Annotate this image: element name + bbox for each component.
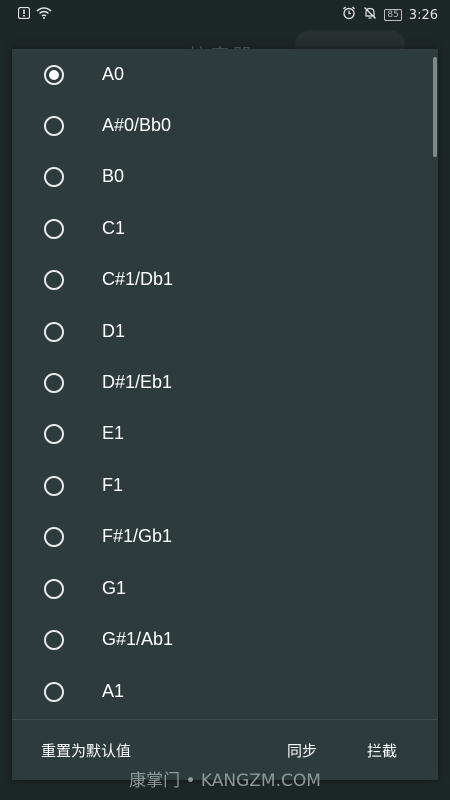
option-label: C#1/Db1 <box>102 269 174 289</box>
battery-icon: 85 <box>384 9 402 21</box>
option-c1[interactable]: C1 <box>12 203 438 254</box>
radio-unselected-icon[interactable] <box>44 372 64 393</box>
sync-button[interactable]: 同步 <box>287 741 317 761</box>
option-label: G1 <box>102 578 127 598</box>
radio-unselected-icon[interactable] <box>44 218 64 239</box>
radio-unselected-icon[interactable] <box>44 578 64 599</box>
radio-unselected-icon[interactable] <box>44 115 64 136</box>
option-f-sharp-1[interactable]: F#1/Gb1 <box>12 511 438 562</box>
alarm-icon <box>342 6 356 24</box>
status-left <box>17 6 52 23</box>
reset-default-button[interactable]: 重置为默认值 <box>41 741 131 761</box>
option-label: A0 <box>102 64 125 84</box>
option-label: E1 <box>102 423 125 443</box>
option-a1[interactable]: A1 <box>12 666 438 717</box>
radio-unselected-icon[interactable] <box>44 475 64 496</box>
option-label: A1 <box>102 681 125 701</box>
option-g-sharp-1[interactable]: G#1/Ab1 <box>12 614 438 665</box>
note-select-dialog: A0 A#0/Bb0 B0 C1 C#1/Db1 D1 D#1/Eb1 E1 F… <box>12 49 438 780</box>
option-label: G#1/Ab1 <box>102 629 174 649</box>
radio-unselected-icon[interactable] <box>44 321 64 342</box>
wifi-icon <box>36 7 52 23</box>
option-label: C1 <box>102 218 126 238</box>
option-list[interactable]: A0 A#0/Bb0 B0 C1 C#1/Db1 D1 D#1/Eb1 E1 F… <box>12 49 438 719</box>
option-g1[interactable]: G1 <box>12 563 438 614</box>
option-d1[interactable]: D1 <box>12 306 438 357</box>
option-b0[interactable]: B0 <box>12 151 438 202</box>
status-right: 85 3:26 <box>342 6 438 24</box>
radio-unselected-icon[interactable] <box>44 423 64 444</box>
divider <box>12 719 438 720</box>
option-d-sharp-1[interactable]: D#1/Eb1 <box>12 357 438 408</box>
radio-unselected-icon[interactable] <box>44 681 64 702</box>
option-a-sharp-0[interactable]: A#0/Bb0 <box>12 100 438 151</box>
status-time: 3:26 <box>408 7 438 23</box>
option-label: B0 <box>102 166 125 186</box>
radio-unselected-icon[interactable] <box>44 526 64 547</box>
option-label: A#0/Bb0 <box>102 115 172 135</box>
option-label: D#1/Eb1 <box>102 372 173 392</box>
option-c-sharp-1[interactable]: C#1/Db1 <box>12 254 438 305</box>
radio-unselected-icon[interactable] <box>44 166 64 187</box>
option-label: D1 <box>102 321 126 341</box>
bell-off-icon <box>363 6 377 24</box>
radio-unselected-icon[interactable] <box>44 269 64 290</box>
alert-icon <box>17 6 31 23</box>
radio-selected-icon[interactable] <box>44 64 64 85</box>
option-label: F#1/Gb1 <box>102 526 173 546</box>
intercept-button[interactable]: 拦截 <box>367 741 397 761</box>
option-f1[interactable]: F1 <box>12 460 438 511</box>
scrollbar[interactable] <box>433 57 437 157</box>
watermark: 康掌门 • KANGZM.COM <box>129 771 321 791</box>
radio-unselected-icon[interactable] <box>44 629 64 650</box>
option-label: F1 <box>102 475 124 495</box>
status-bar: 85 3:26 <box>0 0 450 30</box>
option-e1[interactable]: E1 <box>12 408 438 459</box>
option-a0[interactable]: A0 <box>12 49 438 100</box>
